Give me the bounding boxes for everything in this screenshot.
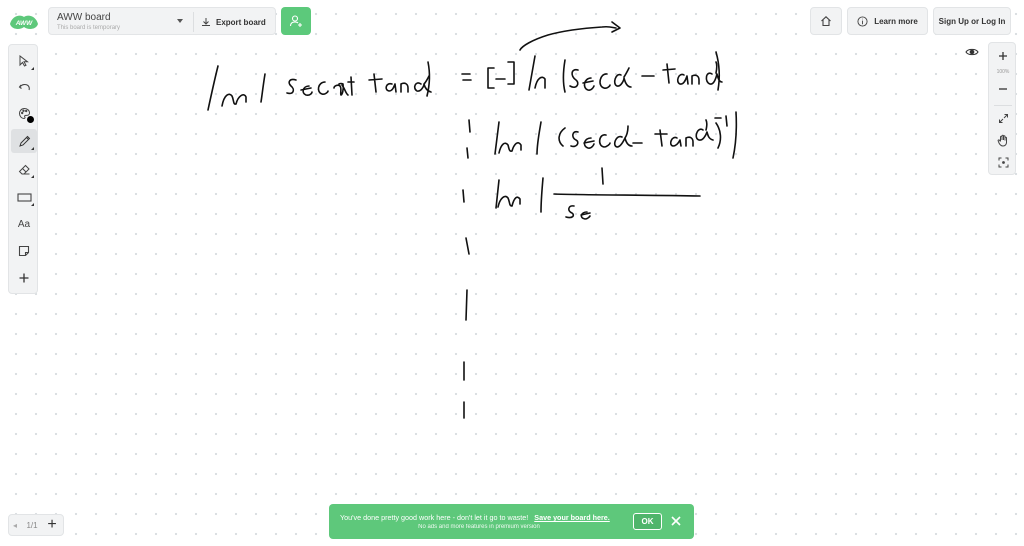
- board-subtitle: This board is temporary: [57, 25, 121, 31]
- fit-screen-button[interactable]: [991, 108, 1015, 128]
- aww-logo[interactable]: AWW: [8, 12, 40, 32]
- divider: [193, 12, 194, 32]
- submenu-corner-icon: [31, 203, 34, 206]
- banner-ok-button[interactable]: OK: [633, 513, 662, 530]
- divider: [994, 105, 1012, 106]
- home-icon: [821, 16, 831, 27]
- minus-icon: [999, 88, 1007, 90]
- expand-icon: [998, 113, 1008, 123]
- save-board-link[interactable]: Save your board here.: [534, 513, 610, 522]
- invite-user-button[interactable]: [281, 7, 311, 35]
- focus-frame-icon: [998, 157, 1008, 167]
- eraser-tool-button[interactable]: [11, 157, 37, 181]
- current-color-swatch: [27, 116, 34, 123]
- learn-more-label: Learn more: [874, 16, 918, 26]
- page-counter: 1/1: [26, 520, 38, 530]
- eraser-icon: [18, 164, 30, 174]
- handwritten-stroke: [461, 21, 723, 93]
- pen-icon: [18, 135, 30, 147]
- download-icon: [202, 18, 210, 26]
- export-board-button[interactable]: Export board: [201, 14, 266, 30]
- submenu-corner-icon: [31, 175, 34, 178]
- save-board-banner: You've done pretty good work here - don'…: [329, 504, 694, 539]
- left-toolbar: Aa: [8, 44, 38, 294]
- text-tool-button[interactable]: Aa: [11, 212, 37, 236]
- drawing-canvas[interactable]: [0, 0, 1024, 546]
- sticky-note-icon: [18, 245, 30, 257]
- zoom-level: 100%: [996, 69, 1010, 75]
- page-navigator: ◂ 1/1 +: [8, 514, 64, 536]
- handwritten-stroke: [462, 167, 701, 220]
- sticky-note-button[interactable]: [11, 239, 37, 263]
- banner-message: You've done pretty good work here - don'…: [340, 513, 529, 522]
- logo-text: AWW: [15, 20, 33, 27]
- undo-icon: [18, 83, 30, 91]
- zoom-in-button[interactable]: [991, 46, 1015, 66]
- home-button[interactable]: [810, 7, 842, 35]
- submenu-corner-icon: [31, 67, 34, 70]
- visibility-button[interactable]: [961, 42, 983, 62]
- pen-tool-button[interactable]: [11, 129, 37, 153]
- zoom-out-button[interactable]: [991, 79, 1015, 99]
- select-icon: [19, 55, 29, 67]
- prev-page-icon[interactable]: ◂: [9, 521, 21, 530]
- add-tool-button[interactable]: [11, 266, 37, 290]
- focus-button[interactable]: [991, 152, 1015, 172]
- export-board-label: Export board: [216, 17, 266, 27]
- chevron-down-icon[interactable]: [177, 19, 183, 23]
- signup-login-label: Sign Up or Log In: [938, 16, 1006, 26]
- pan-tool-button[interactable]: [991, 130, 1015, 150]
- shape-tool-button[interactable]: [11, 185, 37, 209]
- add-page-button[interactable]: +: [43, 517, 61, 533]
- select-tool-button[interactable]: [11, 49, 37, 73]
- board-title-bar: AWW board This board is temporary Export…: [48, 7, 276, 35]
- zoom-panel: 100%: [988, 42, 1016, 175]
- submenu-corner-icon: [31, 147, 34, 150]
- handwritten-stroke: [466, 111, 738, 159]
- info-icon: [857, 15, 868, 27]
- handwritten-stroke: [207, 61, 432, 111]
- close-icon[interactable]: [669, 514, 683, 528]
- banner-message-line: You've done pretty good work here - don'…: [340, 513, 610, 522]
- color-picker-button[interactable]: [11, 101, 37, 125]
- handwritten-stroke: [463, 237, 470, 419]
- banner-subtext: No ads and more features in premium vers…: [418, 524, 540, 530]
- eye-icon: [965, 48, 979, 56]
- text-tool-label: Aa: [17, 218, 31, 230]
- rectangle-icon: [16, 192, 32, 202]
- hand-icon: [997, 134, 1007, 147]
- plus-icon: [999, 52, 1007, 60]
- learn-more-button[interactable]: Learn more: [847, 7, 928, 35]
- plus-icon: [19, 273, 29, 283]
- signup-login-button[interactable]: Sign Up or Log In: [933, 7, 1011, 35]
- add-user-icon: [289, 15, 302, 27]
- undo-button[interactable]: [11, 75, 37, 99]
- board-title[interactable]: AWW board: [57, 12, 111, 23]
